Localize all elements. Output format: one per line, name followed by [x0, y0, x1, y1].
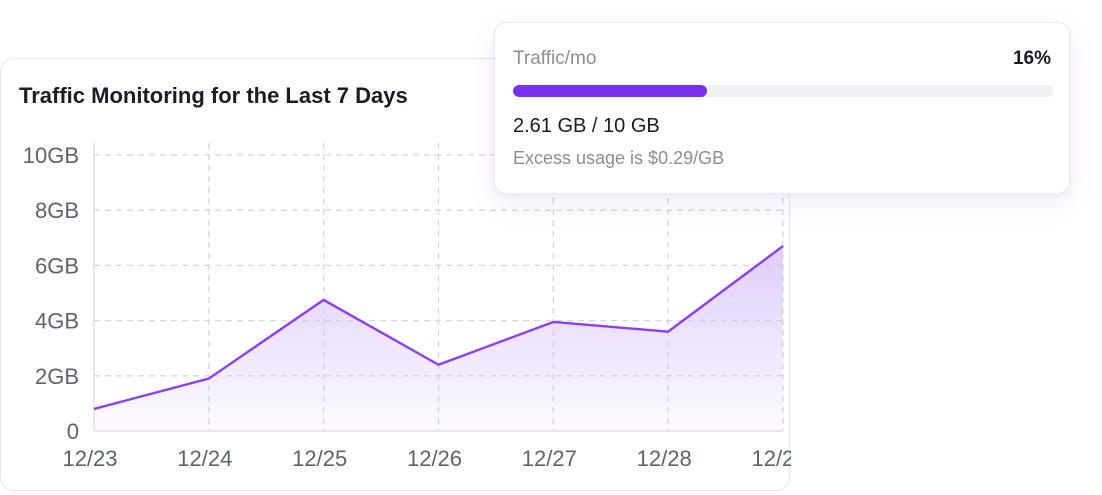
x-tick-label: 12/28: [637, 446, 692, 471]
traffic-percent: 16%: [1012, 48, 1051, 69]
y-tick-label: 8GB: [35, 198, 79, 223]
y-tick-label: 2GB: [35, 364, 79, 389]
x-tick-label: 12/25: [292, 446, 347, 471]
traffic-progress-fill: [513, 85, 708, 97]
y-tick-label: 0: [67, 419, 79, 444]
traffic-usage-tooltip: Traffic/mo 16% 2.61 GB / 10 GB Excess us…: [494, 22, 1070, 194]
traffic-amount: 2.61 GB / 10 GB: [513, 115, 660, 137]
y-tick-label: 4GB: [35, 309, 79, 334]
y-tick-label: 6GB: [35, 253, 79, 278]
traffic-area-fill: [94, 246, 783, 431]
x-tick-label: 12/26: [407, 446, 462, 471]
excess-usage-note: Excess usage is $0.29/GB: [513, 148, 725, 168]
traffic-progress-bar: [513, 85, 1053, 97]
x-tick-label: 12/23: [62, 446, 117, 471]
y-tick-label: 10GB: [23, 143, 79, 168]
x-tick-label: 12/29: [751, 446, 791, 471]
x-tick-label: 12/24: [177, 446, 232, 471]
x-tick-label: 12/27: [522, 446, 577, 471]
traffic-label: Traffic/mo: [513, 48, 597, 69]
